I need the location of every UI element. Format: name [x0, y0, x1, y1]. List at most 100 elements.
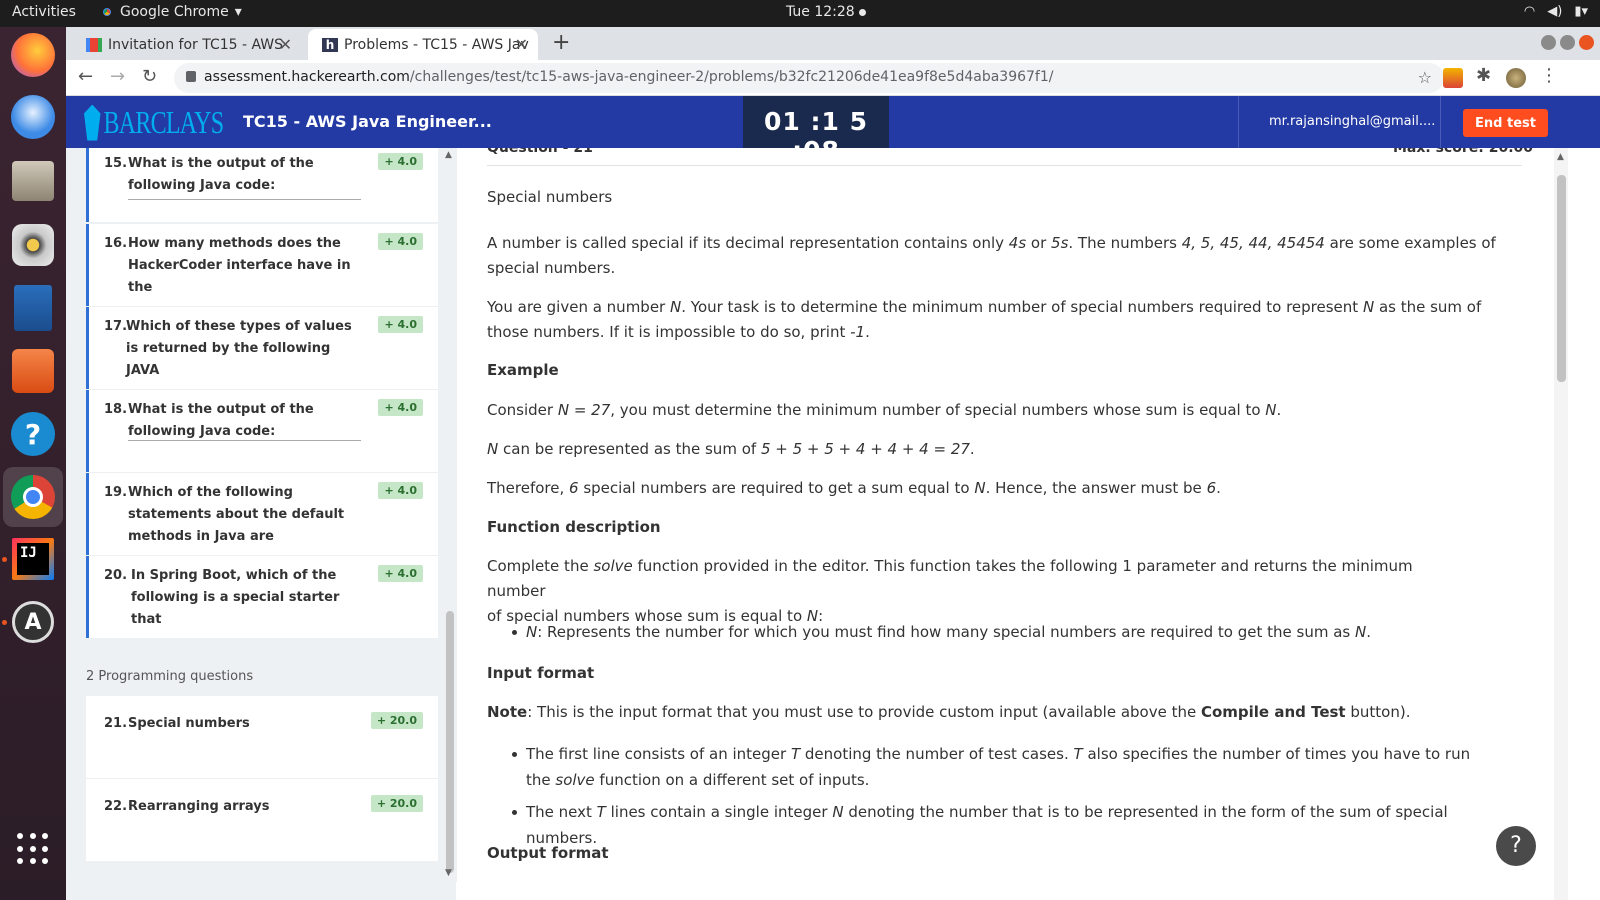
bookmark-star-icon[interactable]: ☆: [1418, 68, 1432, 87]
score-badge: + 4.0: [378, 316, 423, 333]
example-line-3: Therefore, 6 special numbers are require…: [487, 479, 1221, 497]
show-applications-icon[interactable]: [17, 833, 49, 865]
code-underline: [128, 199, 361, 200]
question-item-15[interactable]: 15. What is the output of the following …: [86, 148, 438, 222]
scroll-down-icon[interactable]: ▼: [445, 868, 452, 878]
question-number: 15.: [104, 156, 128, 171]
new-tab-button[interactable]: +: [552, 30, 570, 55]
dock-writer[interactable]: [9, 284, 57, 332]
question-item-17[interactable]: 17. Which of these types of values is re…: [86, 307, 438, 389]
sidebar-scrollbar[interactable]: ▲ ▼: [443, 148, 457, 882]
software-updater-icon: A: [12, 601, 54, 643]
question-item-18[interactable]: 18. What is the output of the following …: [86, 390, 438, 472]
dock-files[interactable]: [9, 157, 57, 205]
example-line-1: Consider N = 27, you must determine the …: [487, 401, 1282, 419]
question-item-20[interactable]: 20. In Spring Boot, which of the followi…: [86, 556, 438, 638]
clock-label: Tue 12:28: [786, 4, 855, 20]
close-icon[interactable]: ✕: [515, 35, 528, 54]
maximize-button[interactable]: [1560, 35, 1575, 50]
volume-icon: ◀): [1547, 4, 1563, 19]
question-text: What is the output of the following Java…: [128, 402, 314, 439]
running-indicator: [2, 620, 7, 625]
chrome-icon: [100, 5, 114, 19]
code-underline: [128, 440, 361, 441]
function-paragraph: Complete the solve function provided in …: [487, 557, 1413, 625]
countdown-timer: 01 :1 5 :08: [743, 96, 889, 165]
question-text: What is the output of the following Java…: [128, 156, 314, 193]
help-icon: ?: [11, 412, 55, 456]
hackerearth-icon: h: [322, 38, 338, 52]
scrollbar-thumb[interactable]: [1557, 175, 1566, 382]
dock-rhythmbox[interactable]: [9, 221, 57, 269]
question-list: 15. What is the output of the following …: [66, 148, 456, 900]
intro-paragraph: A number is called special if its decima…: [487, 234, 1496, 277]
tab-problems[interactable]: h Problems - TC15 - AWS Jav ✕: [308, 29, 538, 60]
puzzle-extensions-icon[interactable]: ✱: [1476, 65, 1496, 86]
scroll-up-icon[interactable]: ▲: [445, 150, 452, 160]
max-score: Max. score: 20.00: [1393, 148, 1534, 156]
programming-section-label: 2 Programming questions: [86, 669, 254, 684]
clock[interactable]: Tue 12:28: [786, 4, 866, 20]
scrollbar-thumb[interactable]: [446, 611, 454, 873]
question-text: Which of these types of values is return…: [126, 319, 352, 378]
tab-title: Invitation for TC15 - AWS: [108, 37, 284, 53]
app-menu[interactable]: Google Chrome ▾: [100, 4, 242, 20]
close-icon[interactable]: ✕: [279, 35, 292, 54]
divider: [487, 165, 1522, 166]
tab-invitation[interactable]: Invitation for TC15 - AWS ✕: [72, 29, 302, 60]
activities-button[interactable]: Activities: [12, 4, 76, 20]
question-number: 22.: [104, 799, 128, 814]
dock-intellij[interactable]: IJ: [9, 535, 57, 583]
back-arrow-icon[interactable]: ←: [78, 66, 93, 87]
intellij-icon: IJ: [12, 538, 54, 580]
question-number: 19.: [104, 485, 128, 500]
firefox-icon: [11, 33, 55, 77]
dock: ? IJ A: [0, 27, 66, 900]
chrome-icon: [11, 475, 55, 519]
question-label: Question - 21: [487, 148, 593, 156]
window-close-button[interactable]: [1579, 35, 1594, 50]
forward-arrow-icon[interactable]: →: [110, 66, 125, 87]
tab-strip: Invitation for TC15 - AWS ✕ h Problems -…: [66, 27, 1600, 60]
main-scrollbar[interactable]: ▲: [1554, 148, 1568, 900]
problem-statement: Question - 21 Max. score: 20.00 Special …: [457, 148, 1554, 900]
question-item-22[interactable]: 22. Rearranging arrays + 20.0: [86, 779, 438, 861]
lock-icon: [186, 71, 196, 82]
question-item-19[interactable]: 19. Which of the following statements ab…: [86, 473, 438, 555]
dock-firefox[interactable]: [9, 31, 57, 79]
score-badge: + 4.0: [378, 399, 423, 416]
dock-software[interactable]: [9, 347, 57, 395]
address-bar[interactable]: assessment.hackerearth.com/challenges/te…: [174, 63, 1444, 93]
question-item-16[interactable]: 16. How many methods does the HackerCode…: [86, 224, 438, 306]
running-indicator: [2, 557, 7, 562]
battery-icon: ▮▾: [1574, 4, 1588, 19]
score-badge: + 4.0: [378, 233, 423, 250]
dock-updater[interactable]: A: [9, 598, 57, 646]
input-item-2: The next T lines contain a single intege…: [512, 799, 1486, 851]
end-test-button[interactable]: End test: [1463, 109, 1548, 137]
browser-toolbar: ← → ↻ assessment.hackerearth.com/challen…: [66, 60, 1600, 96]
scroll-up-icon[interactable]: ▲: [1557, 152, 1564, 162]
barclays-logo: BARCLAYS: [84, 104, 225, 141]
help-chat-icon[interactable]: ?: [1496, 826, 1536, 866]
app-menu-label: Google Chrome: [120, 4, 229, 20]
dock-help[interactable]: ?: [9, 410, 57, 458]
question-text: How many methods does the HackerCoder in…: [128, 236, 351, 295]
divider: [1238, 96, 1239, 148]
logo-text: BARCLAYS: [103, 104, 225, 140]
kebab-menu-icon[interactable]: ⋮: [1540, 65, 1560, 86]
dock-chrome[interactable]: [3, 467, 63, 527]
question-item-21[interactable]: 21. Special numbers + 20.0: [86, 696, 438, 778]
extension-icon[interactable]: [1443, 68, 1463, 88]
system-tray[interactable]: ◠ ◀) ▮▾: [1524, 4, 1588, 19]
profile-avatar[interactable]: [1506, 68, 1526, 88]
reload-icon[interactable]: ↻: [142, 66, 157, 87]
input-item-1: The first line consists of an integer T …: [512, 741, 1486, 793]
score-badge: + 20.0: [370, 712, 423, 729]
dock-thunderbird[interactable]: [9, 93, 57, 141]
minimize-button[interactable]: [1541, 35, 1556, 50]
score-badge: + 20.0: [370, 795, 423, 812]
user-email[interactable]: mr.rajansinghal@gmail....: [1269, 114, 1435, 129]
question-number: 18.: [104, 402, 128, 417]
tab-title: Problems - TC15 - AWS Jav: [344, 37, 529, 53]
